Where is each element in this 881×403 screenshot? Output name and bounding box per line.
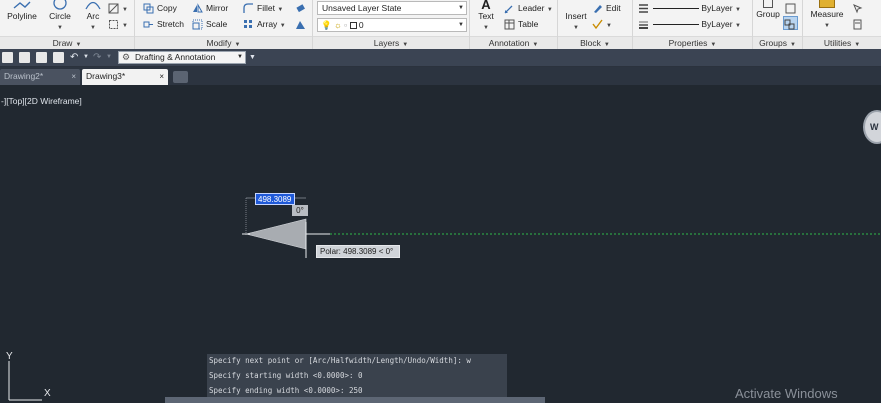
command-history-line: Specify starting width <0.0000>: 0 [207,369,507,384]
ucs-x-axis-label: X [44,388,51,399]
command-history: Specify next point or [Arc/Halfwidth/Len… [207,354,507,399]
activate-windows-watermark: Activate Windows [735,386,838,401]
ucs-y-axis-label: Y [6,351,13,362]
dynamic-input-distance[interactable]: 498.3089 [255,193,295,205]
dynamic-input-angle[interactable]: 0° [292,205,308,216]
command-history-line: Specify next point or [Arc/Halfwidth/Len… [207,354,507,369]
polar-tracking-tooltip: Polar: 498.3089 < 0° [316,245,400,258]
compass-west-label: W [870,122,879,132]
drawing-overlay [242,197,881,258]
viewport-controls-label[interactable]: -][Top][2D Wireframe] [1,96,82,106]
tapered-polyline[interactable] [245,218,307,250]
command-line-input[interactable] [165,397,545,403]
